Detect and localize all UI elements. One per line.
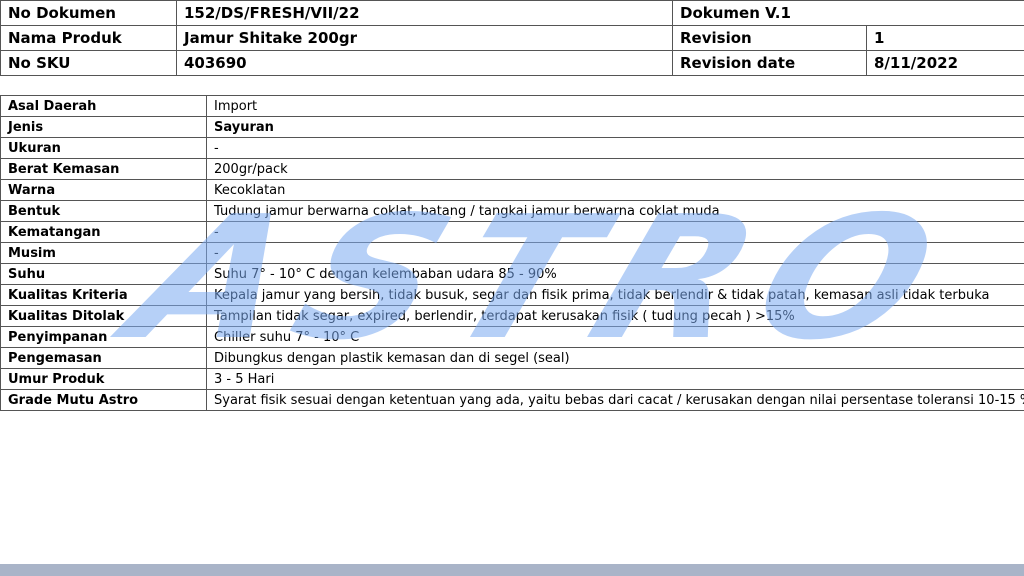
spec-key: Asal Daerah <box>0 95 207 117</box>
spec-key: Berat Kemasan <box>0 158 207 180</box>
spec-row-grade-mutu-astro: Grade Mutu Astro Syarat fisik sesuai den… <box>0 389 1024 411</box>
spec-key: Jenis <box>0 116 207 138</box>
spec-value: Chiller suhu 7° - 10° C <box>206 326 1024 348</box>
header-label-right: Revision <box>672 25 867 51</box>
spec-key: Bentuk <box>0 200 207 222</box>
spec-key: Kualitas Kriteria <box>0 284 207 306</box>
spec-row-kematangan: Kematangan - <box>0 221 1024 243</box>
header-row: No SKU 403690 Revision date 8/11/2022 <box>0 50 1024 76</box>
footer-bar <box>0 564 1024 576</box>
spec-key: Ukuran <box>0 137 207 159</box>
spec-key: Penyimpanan <box>0 326 207 348</box>
header-label-right: Dokumen V.1 <box>672 0 1024 26</box>
header-value-right: 1 <box>866 25 1024 51</box>
spec-value: Tampilan tidak segar, expired, berlendir… <box>206 305 1024 327</box>
spec-row-ukuran: Ukuran - <box>0 137 1024 159</box>
header-value: Jamur Shitake 200gr <box>176 25 673 51</box>
spec-row-berat-kemasan: Berat Kemasan 200gr/pack <box>0 158 1024 180</box>
spec-key: Pengemasan <box>0 347 207 369</box>
header-label: Nama Produk <box>0 25 177 51</box>
spec-value: - <box>206 242 1024 264</box>
spec-row-kualitas-kriteria: Kualitas Kriteria Kepala jamur yang bers… <box>0 284 1024 306</box>
product-spec-table: Asal Daerah Import Jenis Sayuran Ukuran … <box>0 95 1024 411</box>
spec-value: 200gr/pack <box>206 158 1024 180</box>
spec-key: Grade Mutu Astro <box>0 389 207 411</box>
spec-key: Warna <box>0 179 207 201</box>
spec-value: Sayuran <box>206 116 1024 138</box>
spec-value: Kepala jamur yang bersih, tidak busuk, s… <box>206 284 1024 306</box>
spec-row-penyimpanan: Penyimpanan Chiller suhu 7° - 10° C <box>0 326 1024 348</box>
header-value-right: 8/11/2022 <box>866 50 1024 76</box>
spec-value: - <box>206 137 1024 159</box>
spec-value: Kecoklatan <box>206 179 1024 201</box>
header-label: No Dokumen <box>0 0 177 26</box>
spec-row-suhu: Suhu Suhu 7° - 10° C dengan kelembaban u… <box>0 263 1024 285</box>
spec-row-musim: Musim - <box>0 242 1024 264</box>
header-row: Nama Produk Jamur Shitake 200gr Revision… <box>0 25 1024 51</box>
spec-key: Kualitas Ditolak <box>0 305 207 327</box>
spec-key: Umur Produk <box>0 368 207 390</box>
spec-row-jenis: Jenis Sayuran <box>0 116 1024 138</box>
spec-value: Syarat fisik sesuai dengan ketentuan yan… <box>206 389 1024 411</box>
spec-row-umur-produk: Umur Produk 3 - 5 Hari <box>0 368 1024 390</box>
header-label-right: Revision date <box>672 50 867 76</box>
spec-value: Dibungkus dengan plastik kemasan dan di … <box>206 347 1024 369</box>
spec-value: Tudung jamur berwarna coklat, batang / t… <box>206 200 1024 222</box>
spec-row-warna: Warna Kecoklatan <box>0 179 1024 201</box>
spec-row-kualitas-ditolak: Kualitas Ditolak Tampilan tidak segar, e… <box>0 305 1024 327</box>
spec-value: Suhu 7° - 10° C dengan kelembaban udara … <box>206 263 1024 285</box>
spec-value: Import <box>206 95 1024 117</box>
document-header-table: No Dokumen 152/DS/FRESH/VII/22 Dokumen V… <box>0 0 1024 76</box>
spec-row-bentuk: Bentuk Tudung jamur berwarna coklat, bat… <box>0 200 1024 222</box>
spec-key: Suhu <box>0 263 207 285</box>
header-value: 152/DS/FRESH/VII/22 <box>176 0 673 26</box>
spec-row-asal-daerah: Asal Daerah Import <box>0 95 1024 117</box>
spec-key: Musim <box>0 242 207 264</box>
header-label: No SKU <box>0 50 177 76</box>
header-row: No Dokumen 152/DS/FRESH/VII/22 Dokumen V… <box>0 0 1024 26</box>
spec-value: - <box>206 221 1024 243</box>
spec-value: 3 - 5 Hari <box>206 368 1024 390</box>
header-value: 403690 <box>176 50 673 76</box>
spec-row-pengemasan: Pengemasan Dibungkus dengan plastik kema… <box>0 347 1024 369</box>
spec-key: Kematangan <box>0 221 207 243</box>
